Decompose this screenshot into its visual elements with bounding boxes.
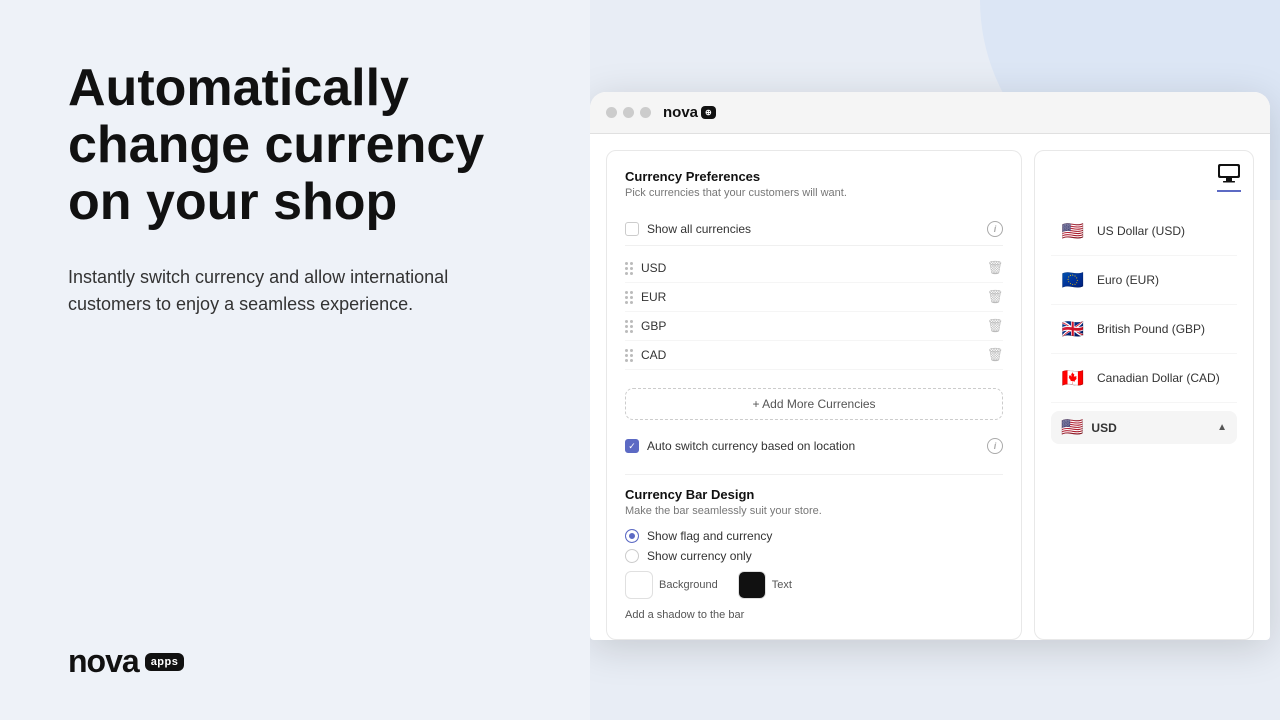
browser-dots — [606, 107, 651, 118]
show-all-info-icon[interactable]: i — [987, 221, 1003, 237]
radio-flag-label: Show flag and currency — [647, 529, 772, 543]
browser-bar: nova ⊕ — [590, 92, 1270, 134]
shadow-label: Add a shadow to the bar — [625, 609, 1003, 621]
radio-row-flag[interactable]: Show flag and currency — [625, 529, 1003, 543]
monitor-icon — [1217, 163, 1241, 183]
panel-content: Currency Preferences Pick currencies tha… — [590, 134, 1270, 640]
currency-row-usd: USD 🗑 — [625, 254, 1003, 283]
drag-handle-eur[interactable] — [625, 291, 633, 304]
browser-logo-text: nova — [663, 104, 698, 121]
delete-eur[interactable]: 🗑 — [987, 289, 1003, 305]
left-panel: Automatically change currency on your sh… — [0, 0, 590, 720]
monitor-area — [1217, 163, 1241, 192]
section-divider — [625, 474, 1003, 475]
currency-row-eur: EUR 🗑 — [625, 283, 1003, 312]
radio-row-code[interactable]: Show currency only — [625, 549, 1003, 563]
auto-switch-checkbox[interactable]: ✓ — [625, 439, 639, 453]
delete-gbp[interactable]: 🗑 — [987, 318, 1003, 334]
selected-flag: 🇺🇸 — [1061, 417, 1083, 438]
currency-list-preview: 🇺🇸 US Dollar (USD) 🇪🇺 Euro (EUR) 🇬🇧 Brit… — [1051, 207, 1237, 403]
drag-handle-gbp[interactable] — [625, 320, 633, 333]
preview-item-eur[interactable]: 🇪🇺 Euro (EUR) — [1051, 256, 1237, 305]
chevron-up-icon: ▲ — [1217, 422, 1227, 433]
currency-row-cad: CAD 🗑 — [625, 341, 1003, 370]
browser-logo: nova ⊕ — [663, 104, 716, 121]
active-indicator — [1217, 190, 1241, 192]
currency-eur: EUR — [641, 290, 979, 304]
right-panel: nova ⊕ Currency Preferences Pick currenc… — [590, 0, 1280, 720]
preview-gbp-name: British Pound (GBP) — [1097, 322, 1205, 336]
settings-card: Currency Preferences Pick currencies tha… — [606, 150, 1022, 640]
currency-rows: USD 🗑 EUR 🗑 — [625, 254, 1003, 370]
design-subtitle: Make the bar seamlessly suit your store. — [625, 505, 1003, 517]
bg-color-box[interactable] — [625, 571, 653, 599]
logo-bottom: nova apps — [68, 643, 530, 680]
radio-code-label: Show currency only — [647, 549, 752, 563]
preview-item-gbp[interactable]: 🇬🇧 British Pound (GBP) — [1051, 305, 1237, 354]
flag-eur: 🇪🇺 — [1059, 266, 1087, 294]
auto-switch-label: Auto switch currency based on location — [647, 439, 979, 453]
delete-cad[interactable]: 🗑 — [987, 347, 1003, 363]
auto-switch-row[interactable]: ✓ Auto switch currency based on location… — [625, 430, 1003, 462]
delete-usd[interactable]: 🗑 — [987, 260, 1003, 276]
auto-switch-info-icon[interactable]: i — [987, 438, 1003, 454]
bg-color-item[interactable]: Background — [625, 571, 718, 599]
dot-red — [606, 107, 617, 118]
add-more-button[interactable]: + Add More Currencies — [625, 388, 1003, 420]
text-color-label: Text — [772, 579, 792, 591]
dot-green — [640, 107, 651, 118]
design-title: Currency Bar Design — [625, 487, 1003, 502]
radio-flag-currency[interactable] — [625, 529, 639, 543]
show-all-row[interactable]: Show all currencies i — [625, 213, 1003, 246]
sub-text: Instantly switch currency and allow inte… — [68, 264, 530, 318]
radio-currency-only[interactable] — [625, 549, 639, 563]
selected-code: USD — [1091, 421, 1116, 435]
preview-eur-name: Euro (EUR) — [1097, 273, 1159, 287]
preview-item-usd[interactable]: 🇺🇸 US Dollar (USD) — [1051, 207, 1237, 256]
card-subtitle: Pick currencies that your customers will… — [625, 187, 1003, 199]
currency-usd: USD — [641, 261, 979, 275]
main-heading: Automatically change currency on your sh… — [68, 60, 530, 232]
preview-item-cad[interactable]: 🇨🇦 Canadian Dollar (CAD) — [1051, 354, 1237, 403]
currency-cad: CAD — [641, 348, 979, 362]
text-color-box[interactable] — [738, 571, 766, 599]
card-title: Currency Preferences — [625, 169, 1003, 184]
preview-usd-name: US Dollar (USD) — [1097, 224, 1185, 238]
flag-gbp: 🇬🇧 — [1059, 315, 1087, 343]
color-row: Background Text — [625, 571, 1003, 599]
browser-logo-badge: ⊕ — [701, 106, 716, 119]
preview-cad-name: Canadian Dollar (CAD) — [1097, 371, 1220, 385]
show-all-checkbox[interactable] — [625, 222, 639, 236]
flag-usd: 🇺🇸 — [1059, 217, 1087, 245]
drag-handle-usd[interactable] — [625, 262, 633, 275]
bg-color-label: Background — [659, 579, 718, 591]
flag-cad: 🇨🇦 — [1059, 364, 1087, 392]
dot-yellow — [623, 107, 634, 118]
drag-handle-cad[interactable] — [625, 349, 633, 362]
browser-window: nova ⊕ Currency Preferences Pick currenc… — [590, 92, 1270, 640]
show-all-label: Show all currencies — [647, 222, 979, 236]
storefront-card: 🇺🇸 US Dollar (USD) 🇪🇺 Euro (EUR) 🇬🇧 Brit… — [1034, 150, 1254, 640]
text-color-item[interactable]: Text — [738, 571, 792, 599]
currency-row-gbp: GBP 🗑 — [625, 312, 1003, 341]
logo-text: nova — [68, 643, 139, 680]
selected-currency-bar[interactable]: 🇺🇸 USD ▲ — [1051, 411, 1237, 444]
logo-badge: apps — [145, 653, 185, 671]
currency-gbp: GBP — [641, 319, 979, 333]
